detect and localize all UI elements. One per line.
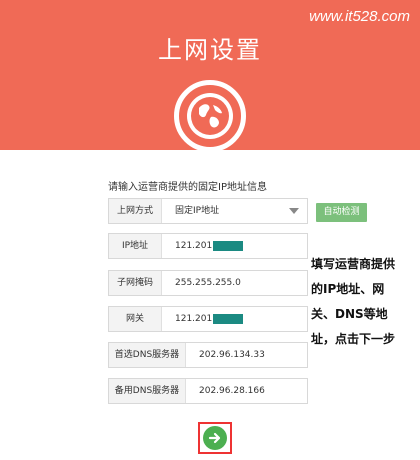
arrow-right-icon bbox=[208, 432, 221, 444]
instruction-line: 关、DNS等地 bbox=[311, 307, 388, 321]
subnet-mask-field[interactable]: 子网掩码 255.255.255.0 bbox=[108, 270, 308, 296]
instruction-note: 填写运营商提供 的IP地址、网 关、DNS等地 址，点击下一步 bbox=[311, 252, 416, 352]
gateway-label: 网关 bbox=[109, 307, 162, 331]
chevron-down-icon[interactable] bbox=[289, 208, 299, 214]
connection-type-select[interactable]: 上网方式 固定IP地址 bbox=[108, 198, 308, 224]
next-button[interactable] bbox=[198, 422, 232, 454]
watermark: www.it528.com bbox=[309, 8, 410, 25]
connection-type-value: 固定IP地址 bbox=[175, 206, 220, 216]
gateway-text: 121.201 bbox=[175, 314, 213, 324]
next-circle[interactable] bbox=[203, 426, 227, 450]
ip-address-field[interactable]: IP地址 121.201 bbox=[108, 233, 308, 259]
form-intro: 请输入运营商提供的固定IP地址信息 bbox=[108, 182, 267, 193]
auto-detect-button[interactable]: 自动检测 bbox=[316, 203, 367, 222]
primary-dns-value[interactable]: 202.96.134.33 bbox=[199, 343, 265, 367]
gateway-field[interactable]: 网关 121.201 bbox=[108, 306, 308, 332]
instruction-line: 填写运营商提供 bbox=[311, 257, 396, 271]
primary-dns-field[interactable]: 首选DNS服务器 202.96.134.33 bbox=[108, 342, 308, 368]
gateway-value[interactable]: 121.201 bbox=[175, 307, 244, 331]
primary-dns-label: 首选DNS服务器 bbox=[109, 343, 186, 367]
secondary-dns-field[interactable]: 备用DNS服务器 202.96.28.166 bbox=[108, 378, 308, 404]
instruction-line: 址，点击下一步 bbox=[311, 332, 396, 346]
ip-address-value[interactable]: 121.201 bbox=[175, 234, 244, 258]
redaction-mask bbox=[213, 313, 244, 324]
instruction-line: 的IP地址、网 bbox=[311, 282, 385, 296]
page-title: 上网设置 bbox=[158, 36, 262, 64]
ip-address-text: 121.201 bbox=[175, 241, 213, 251]
globe-badge bbox=[174, 80, 246, 152]
subnet-mask-value[interactable]: 255.255.255.0 bbox=[175, 271, 241, 295]
secondary-dns-label: 备用DNS服务器 bbox=[109, 379, 186, 403]
subnet-mask-label: 子网掩码 bbox=[109, 271, 162, 295]
secondary-dns-value[interactable]: 202.96.28.166 bbox=[199, 379, 265, 403]
globe-icon bbox=[191, 97, 229, 135]
connection-type-label: 上网方式 bbox=[109, 199, 162, 223]
ip-address-label: IP地址 bbox=[109, 234, 162, 258]
redaction-mask bbox=[213, 240, 244, 251]
